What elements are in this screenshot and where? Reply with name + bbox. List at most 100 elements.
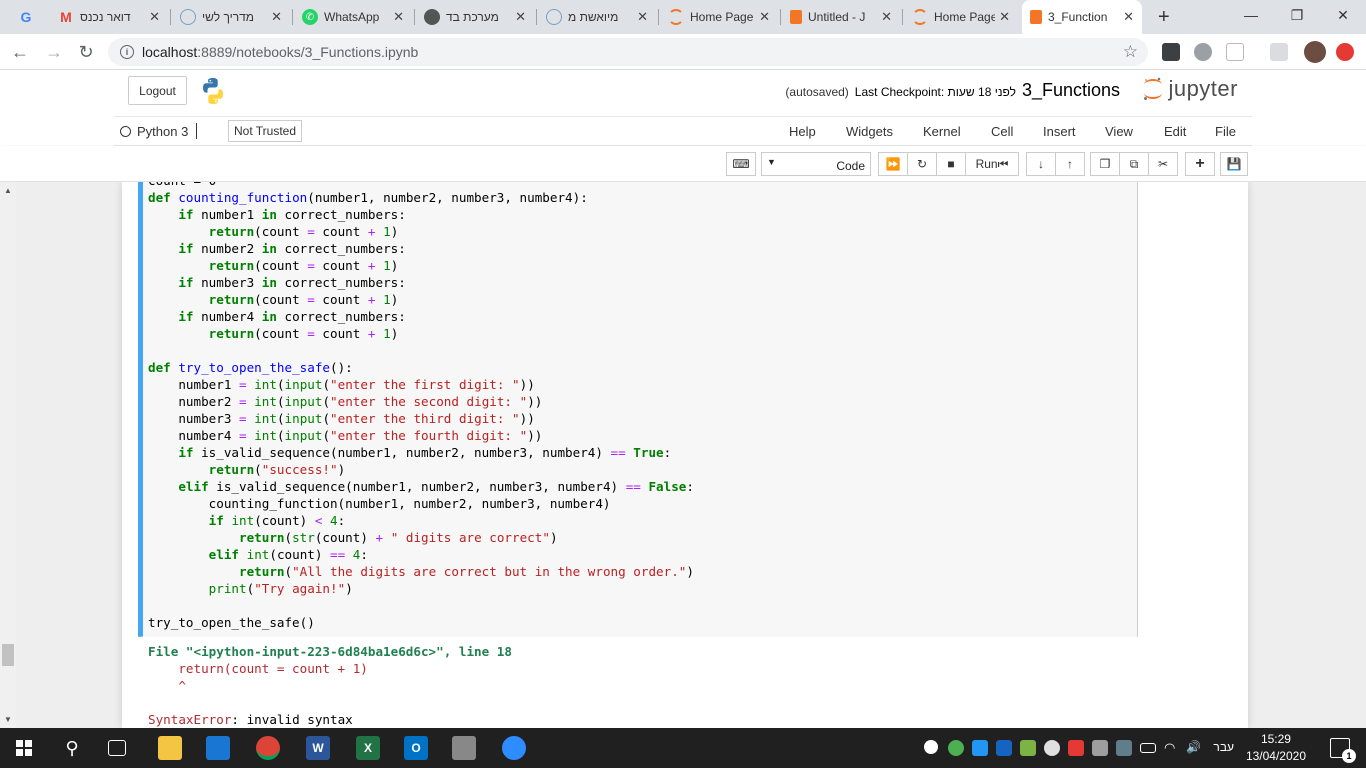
not-trusted-badge[interactable]: Not Trusted	[228, 120, 303, 142]
menu-insert[interactable]: Insert	[1043, 124, 1076, 139]
window-close-icon[interactable]: ✕	[1320, 0, 1366, 30]
extension-icon[interactable]	[1226, 43, 1244, 61]
discord-tray-icon[interactable]	[924, 740, 938, 754]
tab-3-functions[interactable]: 3_Function ✕	[1022, 0, 1142, 34]
keyboard-icon[interactable]: ⌨	[726, 152, 756, 176]
clock[interactable]: 15:29 13/04/2020	[1246, 731, 1306, 765]
url-input[interactable]: i localhost:8889/notebooks/3_Functions.i…	[108, 38, 1148, 66]
battery-icon[interactable]	[1140, 743, 1156, 753]
tab-home-page-2[interactable]: Home Page ✕	[904, 0, 1018, 34]
kernel-indicator[interactable]: Python 3	[120, 123, 198, 139]
close-icon[interactable]: ✕	[881, 9, 892, 25]
menu-cell[interactable]: Cell	[991, 124, 1013, 139]
extension-icon[interactable]	[1194, 43, 1212, 61]
close-icon[interactable]: ✕	[637, 9, 648, 25]
scroll-thumb[interactable]	[2, 644, 14, 666]
volume-icon[interactable]: 🔊	[1186, 740, 1202, 756]
cloud-tray-icon[interactable]	[1044, 740, 1060, 756]
close-icon[interactable]: ✕	[999, 9, 1010, 25]
scroll-up-icon[interactable]: ▲	[4, 186, 12, 195]
tab-guide[interactable]: מדריך לשי ✕	[172, 0, 290, 34]
arrow-down-icon[interactable]: ↓	[1026, 152, 1056, 176]
info-icon[interactable]: i	[120, 45, 134, 59]
menu-widgets[interactable]: Widgets	[846, 124, 893, 139]
stop-icon[interactable]: ■	[936, 152, 966, 176]
menu-file[interactable]: File	[1215, 124, 1236, 139]
language-indicator[interactable]: עבר	[1213, 740, 1234, 754]
tray-icon[interactable]	[1068, 740, 1084, 756]
close-icon[interactable]: ✕	[149, 9, 160, 25]
star-icon[interactable]: ☆	[1123, 42, 1138, 62]
chrome-icon[interactable]	[256, 736, 280, 760]
tray-icon[interactable]	[1092, 740, 1108, 756]
python-logo-icon	[203, 78, 223, 104]
globe-icon	[546, 9, 562, 25]
notebook-name[interactable]: 3_Functions	[1022, 80, 1120, 101]
tray-icon[interactable]	[972, 740, 988, 756]
menu-view[interactable]: View	[1105, 124, 1133, 139]
code-text[interactable]: count = 0 def counting_function(number1,…	[148, 182, 694, 631]
arrow-up-icon[interactable]: ↑	[1055, 152, 1085, 176]
search-icon[interactable]: ⚲	[60, 736, 84, 760]
cell-type-select[interactable]: ▼ Code	[761, 152, 871, 176]
file-explorer-icon[interactable]	[158, 736, 182, 760]
copy-icon[interactable]: ⧉	[1119, 152, 1149, 176]
add-cell-icon[interactable]: +	[1185, 152, 1215, 176]
notebook-icon	[790, 10, 802, 24]
tab-home-page-1[interactable]: Home Page ✕	[660, 0, 778, 34]
menu-kernel[interactable]: Kernel	[923, 124, 961, 139]
close-icon[interactable]: ✕	[1123, 9, 1134, 25]
autosave-status: (autosaved)	[785, 85, 849, 99]
store-icon[interactable]	[206, 736, 230, 760]
close-icon[interactable]: ✕	[515, 9, 526, 25]
back-icon[interactable]: ←	[8, 40, 32, 64]
tab-gmail[interactable]: M דואר נכנס ✕	[50, 0, 168, 34]
run-button[interactable]: Run ⏮	[965, 152, 1019, 176]
task-view-icon[interactable]	[108, 740, 126, 756]
close-icon[interactable]: ✕	[393, 9, 404, 25]
forward-icon[interactable]: →	[42, 40, 66, 64]
tab-google[interactable]: G	[10, 0, 46, 34]
menu-edit[interactable]: Edit	[1164, 124, 1186, 139]
app-icon[interactable]	[452, 736, 476, 760]
media-icon[interactable]	[1270, 43, 1288, 61]
cut-icon[interactable]: ✂	[1148, 152, 1178, 176]
word-icon[interactable]: W	[306, 736, 330, 760]
tab-whatsapp[interactable]: ✆ WhatsApp ✕	[294, 0, 412, 34]
extension-icon[interactable]	[1162, 43, 1180, 61]
avatar[interactable]	[1304, 41, 1326, 63]
fast-forward-icon[interactable]: ⏩	[878, 152, 908, 176]
jupyter-logo[interactable]: jupyter	[1142, 76, 1238, 102]
menu-help[interactable]: Help	[789, 124, 816, 139]
tray-icon[interactable]	[996, 740, 1012, 756]
reload-icon[interactable]: ↻	[74, 40, 98, 64]
windows-start-icon[interactable]	[16, 740, 32, 756]
tab-untitled[interactable]: Untitled - J ✕	[782, 0, 900, 34]
check-tray-icon[interactable]	[948, 740, 964, 756]
circle-icon	[424, 9, 440, 25]
scroll-down-icon[interactable]: ▼	[4, 715, 12, 724]
restart-icon[interactable]: ↻	[907, 152, 937, 176]
notebook-page: count = 0 def counting_function(number1,…	[122, 182, 1248, 728]
save-icon[interactable]: 💾	[1220, 152, 1248, 176]
close-icon[interactable]: ✕	[759, 9, 770, 25]
new-tab-button[interactable]: +	[1150, 0, 1178, 34]
kernel-idle-icon	[120, 125, 131, 137]
tray-icon[interactable]	[1020, 740, 1036, 756]
outlook-icon[interactable]: O	[404, 736, 428, 760]
logout-button[interactable]: Logout	[128, 76, 187, 105]
wifi-icon[interactable]: ◠	[1164, 740, 1180, 756]
update-icon[interactable]	[1336, 43, 1354, 61]
excel-icon[interactable]: X	[356, 736, 380, 760]
zoom-icon[interactable]	[502, 736, 526, 760]
tab-system[interactable]: מערכת בד ✕	[416, 0, 534, 34]
close-icon[interactable]: ✕	[271, 9, 282, 25]
paste-icon[interactable]: ❐	[1090, 152, 1120, 176]
page-scrollbar[interactable]: ▲ ▼	[0, 182, 16, 728]
notebook-title-area: (autosaved) Last Checkpoint: לפני 18 שעו…	[785, 80, 1120, 101]
minimize-icon[interactable]: —	[1228, 0, 1274, 30]
notification-icon[interactable]: 1	[1330, 738, 1356, 763]
tab-desperate[interactable]: מיואשת מ ✕	[538, 0, 656, 34]
tray-icon[interactable]	[1116, 740, 1132, 756]
maximize-icon[interactable]: ❐	[1274, 0, 1320, 30]
